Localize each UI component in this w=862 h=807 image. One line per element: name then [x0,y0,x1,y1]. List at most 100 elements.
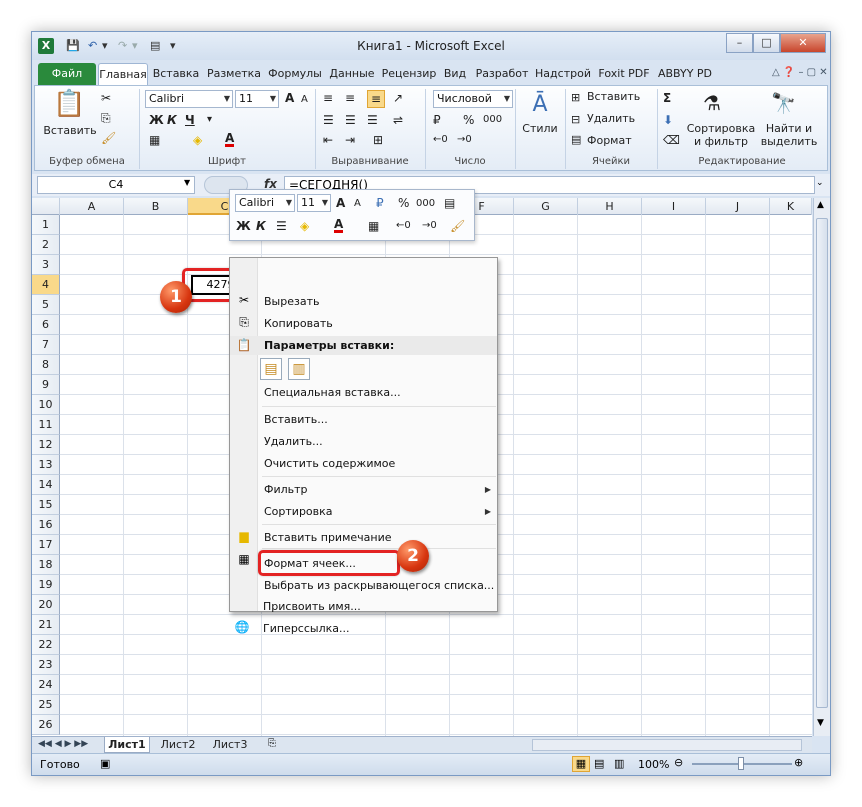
row-header[interactable]: 6 [32,315,60,335]
row-header[interactable]: 10 [32,395,60,415]
mini-percent-button[interactable]: % [398,195,409,211]
tab-addins[interactable]: Надстрой [534,63,592,85]
scroll-thumb[interactable] [816,218,828,708]
sheet-tab-1[interactable]: Лист1 [104,737,150,753]
row-header[interactable]: 14 [32,475,60,495]
close-button[interactable]: ✕ [780,33,826,53]
font-size-combo[interactable]: 11 ▼ [235,90,279,108]
row-header[interactable]: 19 [32,575,60,595]
align-middle-icon[interactable]: ≡ [345,90,355,106]
copy-icon[interactable]: ⎘ [101,110,111,126]
tab-abbyy[interactable]: ABBYY PD [656,63,714,85]
tab-foxit[interactable]: Foxit PDF [594,63,654,85]
tab-formulas[interactable]: Формулы [266,63,324,85]
menu-item-insert-comment[interactable]: Вставить примечание [264,531,392,544]
styles-icon[interactable]: Ā [525,90,555,120]
mini-borders-icon[interactable]: ▦ [368,218,379,234]
menu-item-copy[interactable]: Копировать [264,317,333,330]
underline-button[interactable]: Ч [185,112,195,128]
select-all-corner[interactable] [32,198,60,215]
autosum-button[interactable]: Σ [663,90,671,106]
mini-font-combo[interactable]: Calibri ▼ [235,194,295,212]
align-bottom-icon[interactable]: ≡ [367,90,385,108]
mini-size-combo[interactable]: 11 ▼ [297,194,331,212]
column-header[interactable]: B [124,198,188,215]
name-box-dropdown-icon[interactable]: ▼ [184,178,190,187]
mini-currency-icon[interactable]: ₽ [376,195,384,211]
mini-font-color-button[interactable]: А [334,218,344,233]
format-cells-button[interactable]: Формат [587,134,632,147]
row-header[interactable]: 17 [32,535,60,555]
mini-format-painter-icon[interactable]: 🖌 [450,218,465,234]
bold-button[interactable]: Ж [149,112,164,128]
menu-item-sort[interactable]: Сортировка [264,505,333,518]
menu-item-insert[interactable]: Вставить... [264,413,328,426]
percent-button[interactable]: % [463,112,474,128]
scroll-up-icon[interactable]: ▲ [817,200,824,210]
row-header[interactable]: 1 [32,215,60,235]
styles-button[interactable]: Стили [519,122,561,135]
row-header[interactable]: 21 [32,615,60,635]
normal-view-icon[interactable]: ▦ [572,756,590,772]
page-layout-view-icon[interactable]: ▤ [594,757,604,770]
tab-file[interactable]: Файл [38,63,96,85]
fill-color-icon[interactable]: ◈ [193,132,202,148]
menu-item-pick-from-list[interactable]: Выбрать из раскрывающегося списка... [264,579,494,592]
mini-increase-decimal-icon[interactable]: ←0 [396,218,411,234]
minimize-button[interactable]: – [726,33,753,53]
page-break-view-icon[interactable]: ▥ [614,757,624,770]
menu-item-delete[interactable]: Удалить... [264,435,323,448]
maximize-button[interactable]: □ [753,33,780,53]
sheet-tab-2[interactable]: Лист2 [154,737,202,753]
find-select-button[interactable]: Найти и выделить [757,122,821,148]
row-header[interactable]: 24 [32,675,60,695]
insert-cells-icon[interactable]: ⊞ [571,90,580,106]
borders-icon[interactable]: ▦ [149,132,160,148]
sort-filter-icon[interactable]: ⚗ [703,88,721,118]
merge-cells-icon[interactable]: ⊞ [373,132,383,148]
insert-cells-button[interactable]: Вставить [587,90,640,103]
paste-option-paste-icon[interactable]: ▤ [260,358,282,380]
format-painter-icon[interactable]: 🖌 [101,130,116,146]
tab-developer[interactable]: Разработ [472,63,532,85]
horizontal-scrollbar[interactable] [532,739,802,751]
menu-item-define-name[interactable]: Присвоить имя... [263,600,361,613]
grow-font-icon[interactable]: A [285,90,294,106]
mini-grow-font-icon[interactable]: A [336,195,345,211]
row-header[interactable]: 15 [32,495,60,515]
sort-filter-button[interactable]: Сортировка и фильтр [685,122,757,148]
column-header[interactable]: K [770,198,812,215]
menu-item-clear-contents[interactable]: Очистить содержимое [264,457,395,470]
row-header[interactable]: 7 [32,335,60,355]
align-left-icon[interactable]: ☰ [323,112,334,128]
macro-record-icon[interactable]: ▣ [100,757,110,770]
help-icon[interactable]: △ ❓ – ▢ ✕ [772,67,828,78]
row-header[interactable]: 9 [32,375,60,395]
paste-icon[interactable]: 📋 [53,88,85,120]
zoom-out-icon[interactable]: ⊖ [674,756,683,769]
menu-item-filter[interactable]: Фильтр [264,483,308,496]
row-header[interactable]: 12 [32,435,60,455]
paste-option-values-icon[interactable]: ▥ [288,358,310,380]
row-header[interactable]: 16 [32,515,60,535]
column-header[interactable]: J [706,198,770,215]
row-header[interactable]: 5 [32,295,60,315]
decrease-decimal-icon[interactable]: →0 [457,132,472,148]
row-header[interactable]: 26 [32,715,60,735]
tab-home[interactable]: Главная [98,63,148,86]
new-sheet-icon[interactable]: ⎘ [268,738,276,749]
mini-shrink-font-icon[interactable]: A [354,196,361,212]
delete-cells-button[interactable]: Удалить [587,112,635,125]
mini-fill-color-icon[interactable]: ◈ [300,218,309,234]
zoom-in-icon[interactable]: ⊕ [794,756,803,769]
row-header[interactable]: 2 [32,235,60,255]
menu-item-cut[interactable]: Вырезать [264,295,319,308]
tab-data[interactable]: Данные [326,63,378,85]
tab-view[interactable]: Вид [440,63,470,85]
format-cells-icon[interactable]: ▤ [571,132,581,148]
text-orientation-icon[interactable]: ↗ [393,90,403,106]
column-header[interactable]: H [578,198,642,215]
column-header[interactable]: A [60,198,124,215]
row-header[interactable]: 22 [32,635,60,655]
tab-page-layout[interactable]: Разметка [204,63,264,85]
